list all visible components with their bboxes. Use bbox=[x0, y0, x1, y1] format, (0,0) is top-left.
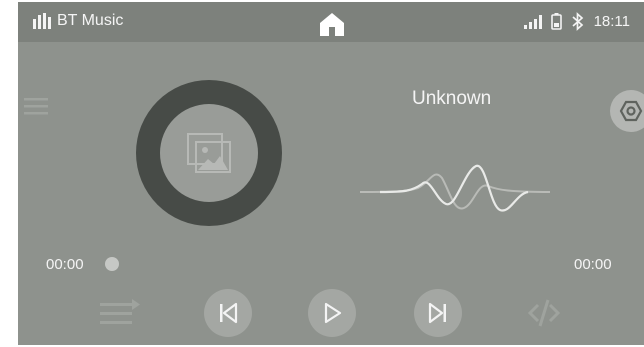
album-art-disc bbox=[136, 80, 282, 226]
playlist-icon bbox=[100, 299, 140, 324]
menu-icon bbox=[24, 98, 48, 115]
album-art-placeholder bbox=[160, 104, 258, 202]
next-icon bbox=[428, 302, 446, 324]
seek-slider-thumb[interactable] bbox=[105, 257, 119, 271]
next-track-button[interactable] bbox=[414, 289, 462, 337]
home-icon bbox=[320, 13, 344, 36]
play-icon bbox=[324, 302, 342, 324]
menu-button[interactable] bbox=[24, 97, 48, 120]
settings-button[interactable] bbox=[610, 90, 644, 132]
battery-icon bbox=[550, 13, 562, 30]
home-button[interactable] bbox=[318, 11, 346, 37]
bluetooth-icon bbox=[571, 12, 583, 31]
play-button[interactable] bbox=[308, 289, 356, 337]
status-indicators: 18:11 bbox=[523, 12, 630, 31]
elapsed-time: 00:00 bbox=[46, 256, 84, 273]
repeat-button[interactable] bbox=[524, 298, 564, 333]
song-title: Unknown bbox=[412, 88, 492, 109]
previous-track-button[interactable] bbox=[204, 289, 252, 337]
settings-icon bbox=[619, 100, 643, 122]
signal-icon bbox=[523, 14, 542, 29]
app-title-label: BT Music bbox=[57, 12, 124, 29]
equalizer-bars-icon bbox=[33, 13, 51, 29]
status-bar: BT Music 18:11 bbox=[18, 2, 644, 42]
app-title: BT Music bbox=[32, 12, 123, 30]
clock: 18:11 bbox=[593, 13, 630, 30]
repeat-off-icon bbox=[527, 299, 561, 327]
total-time: 00:00 bbox=[574, 256, 612, 273]
previous-icon bbox=[220, 302, 238, 324]
image-placeholder-icon bbox=[187, 133, 231, 173]
playlist-button[interactable] bbox=[100, 299, 140, 332]
audio-waveform bbox=[359, 162, 551, 237]
bt-music-screen: BT Music 18:11 Unknown 00:00 00:00 bbox=[18, 2, 644, 345]
